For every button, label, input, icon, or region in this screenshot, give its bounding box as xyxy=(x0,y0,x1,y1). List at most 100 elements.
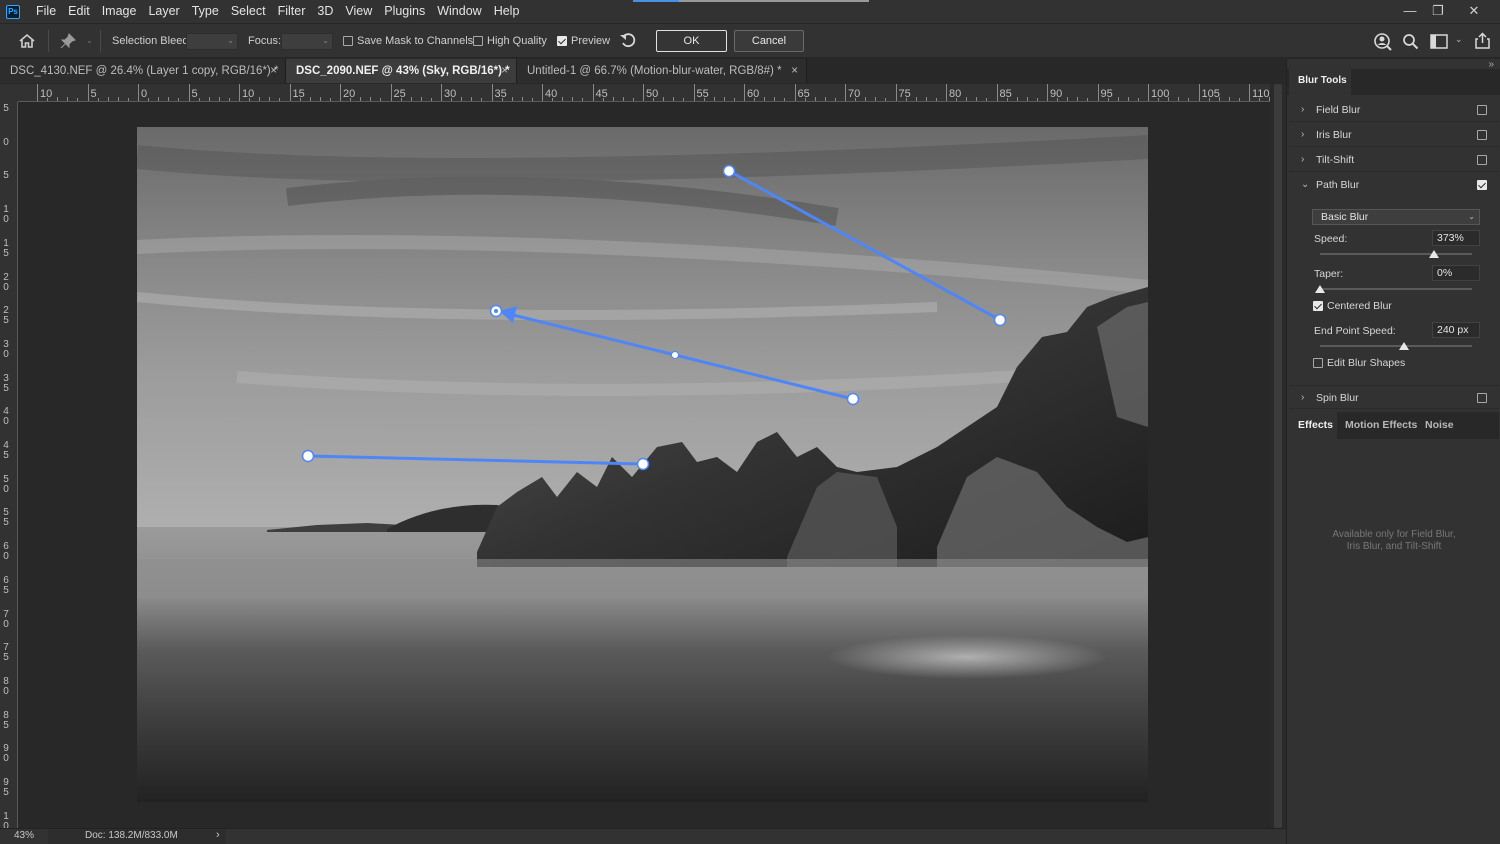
close-icon[interactable]: × xyxy=(501,59,508,83)
minimize-button[interactable]: — xyxy=(1395,0,1425,22)
blur-item-path-blur[interactable]: ⌄ Path Blur xyxy=(1289,173,1499,197)
tab-effects[interactable]: Effects xyxy=(1289,412,1337,439)
share-icon[interactable] xyxy=(1474,32,1491,50)
ruler-tick xyxy=(441,84,442,101)
vertical-scrollbar[interactable] xyxy=(1270,84,1286,828)
iris-blur-checkbox[interactable] xyxy=(1477,130,1487,140)
ruler-label: 60 xyxy=(3,541,9,563)
tab-motion-effects[interactable]: Motion Effects xyxy=(1345,412,1419,439)
chevron-right-icon[interactable]: › xyxy=(1301,148,1304,172)
ruler-minor-tick xyxy=(218,97,220,101)
tab-label: DSC_2090.NEF @ 43% (Sky, RGB/16*) * xyxy=(296,65,510,77)
preview-checkbox[interactable] xyxy=(557,36,567,46)
end-point-speed-slider-track[interactable] xyxy=(1320,345,1472,347)
tab-untitled-1[interactable]: Untitled-1 @ 66.7% (Motion-blur-water, R… xyxy=(517,59,807,83)
ruler-minor-tick xyxy=(764,97,766,101)
blur-path-endpoint[interactable] xyxy=(722,164,736,178)
doc-info-box[interactable]: Doc: 138.2M/833.0M › xyxy=(48,829,226,844)
save-mask-checkbox[interactable] xyxy=(343,36,353,46)
close-icon[interactable]: × xyxy=(270,59,277,83)
blur-path-midpoint[interactable] xyxy=(671,351,679,359)
restore-button[interactable]: ❐ xyxy=(1423,0,1453,22)
menu-plugins[interactable]: Plugins xyxy=(378,0,431,23)
tab-noise[interactable]: Noise xyxy=(1425,412,1465,439)
menu-filter[interactable]: Filter xyxy=(272,0,312,23)
menu-select[interactable]: Select xyxy=(225,0,272,23)
tab-blur-tools[interactable]: Blur Tools xyxy=(1289,69,1351,95)
edit-blur-shapes-checkbox[interactable] xyxy=(1313,358,1323,368)
selection-bleed-label: Selection Bleed: xyxy=(112,35,192,47)
tab-dsc-4130[interactable]: DSC_4130.NEF @ 26.4% (Layer 1 copy, RGB/… xyxy=(0,59,286,83)
taper-input[interactable]: 0% xyxy=(1432,265,1480,281)
home-icon[interactable] xyxy=(18,33,36,49)
spin-blur-checkbox[interactable] xyxy=(1477,393,1487,403)
ruler-tick xyxy=(1097,84,1099,101)
chevron-down-icon[interactable]: ⌄ xyxy=(1455,34,1463,45)
tilt-shift-checkbox[interactable] xyxy=(1477,155,1487,165)
menu-layer[interactable]: Layer xyxy=(142,0,185,23)
blur-item-field-blur[interactable]: › Field Blur xyxy=(1289,98,1499,122)
effects-tab-header: Effects Motion Effects Noise xyxy=(1289,412,1499,439)
menu-image[interactable]: Image xyxy=(96,0,143,23)
blur-mode-select[interactable]: Basic Blur ⌄ xyxy=(1312,209,1480,225)
ok-button[interactable]: OK xyxy=(656,30,727,52)
focus-field[interactable]: ⌄ xyxy=(281,33,333,50)
chevron-right-icon[interactable]: › xyxy=(1301,123,1304,147)
ruler-minor-tick xyxy=(158,97,160,101)
taper-slider-track[interactable] xyxy=(1320,288,1472,290)
speed-input[interactable]: 373% xyxy=(1432,230,1480,246)
high-quality-checkbox[interactable] xyxy=(473,36,483,46)
zoom-level[interactable]: 43% xyxy=(14,830,34,841)
chevron-down-icon[interactable]: ⌄ xyxy=(1301,173,1309,197)
blur-item-tilt-shift[interactable]: › Tilt-Shift xyxy=(1289,148,1499,172)
close-window-button[interactable]: ✕ xyxy=(1459,0,1489,22)
menu-edit[interactable]: Edit xyxy=(62,0,96,23)
speed-slider-thumb[interactable] xyxy=(1429,250,1439,258)
tab-dsc-2090[interactable]: DSC_2090.NEF @ 43% (Sky, RGB/16*) * × xyxy=(286,59,517,83)
blur-path-endpoint[interactable] xyxy=(636,457,650,471)
blur-path-endpoint[interactable] xyxy=(993,313,1007,327)
document-image[interactable] xyxy=(137,127,1148,802)
centered-blur-checkbox[interactable] xyxy=(1313,301,1323,311)
menu-3d[interactable]: 3D xyxy=(311,0,339,23)
pin-icon[interactable] xyxy=(59,32,77,50)
ruler-minor-tick xyxy=(976,97,978,101)
close-icon[interactable]: × xyxy=(791,59,798,83)
ruler-minor-tick xyxy=(632,98,634,101)
ruler-label: 80 xyxy=(3,675,9,697)
menu-help[interactable]: Help xyxy=(488,0,526,23)
search-icon[interactable] xyxy=(1402,33,1419,50)
ruler-minor-tick xyxy=(723,97,725,101)
ruler-tick xyxy=(643,84,644,101)
menu-view[interactable]: View xyxy=(339,0,378,23)
centered-blur-label: Centered Blur xyxy=(1327,300,1392,312)
ruler-minor-tick xyxy=(370,97,372,101)
speed-slider-track[interactable] xyxy=(1320,253,1472,255)
ruler-minor-tick xyxy=(754,98,756,101)
end-point-speed-input[interactable]: 240 px xyxy=(1432,322,1480,338)
blur-path-endpoint[interactable] xyxy=(846,392,860,406)
blur-item-spin-blur[interactable]: › Spin Blur xyxy=(1289,385,1499,409)
user-search-icon[interactable] xyxy=(1373,32,1393,52)
scrollbar-thumb[interactable] xyxy=(1274,84,1282,828)
ruler-label: 10 xyxy=(3,204,9,226)
blur-mode-value: Basic Blur xyxy=(1321,211,1369,223)
ruler-minor-tick xyxy=(824,97,826,101)
undo-icon[interactable] xyxy=(619,32,637,50)
workspace-icon[interactable] xyxy=(1430,34,1448,49)
field-blur-checkbox[interactable] xyxy=(1477,105,1487,115)
chevron-right-icon[interactable]: › xyxy=(1301,386,1304,410)
chevron-down-icon[interactable]: ⌄ xyxy=(86,36,93,45)
chevron-right-icon[interactable]: › xyxy=(216,829,220,841)
taper-slider-thumb[interactable] xyxy=(1315,285,1325,293)
menu-window[interactable]: Window xyxy=(431,0,487,23)
path-blur-checkbox[interactable] xyxy=(1477,180,1487,190)
selection-bleed-field[interactable]: ⌄ xyxy=(186,33,238,50)
menu-type[interactable]: Type xyxy=(186,0,225,23)
menu-file[interactable]: File xyxy=(30,0,62,23)
blur-path-endpoint[interactable] xyxy=(301,449,315,463)
chevron-right-icon[interactable]: › xyxy=(1301,98,1304,122)
cancel-button[interactable]: Cancel xyxy=(734,30,804,52)
end-point-speed-slider-thumb[interactable] xyxy=(1398,342,1409,350)
blur-item-iris-blur[interactable]: › Iris Blur xyxy=(1289,123,1499,147)
